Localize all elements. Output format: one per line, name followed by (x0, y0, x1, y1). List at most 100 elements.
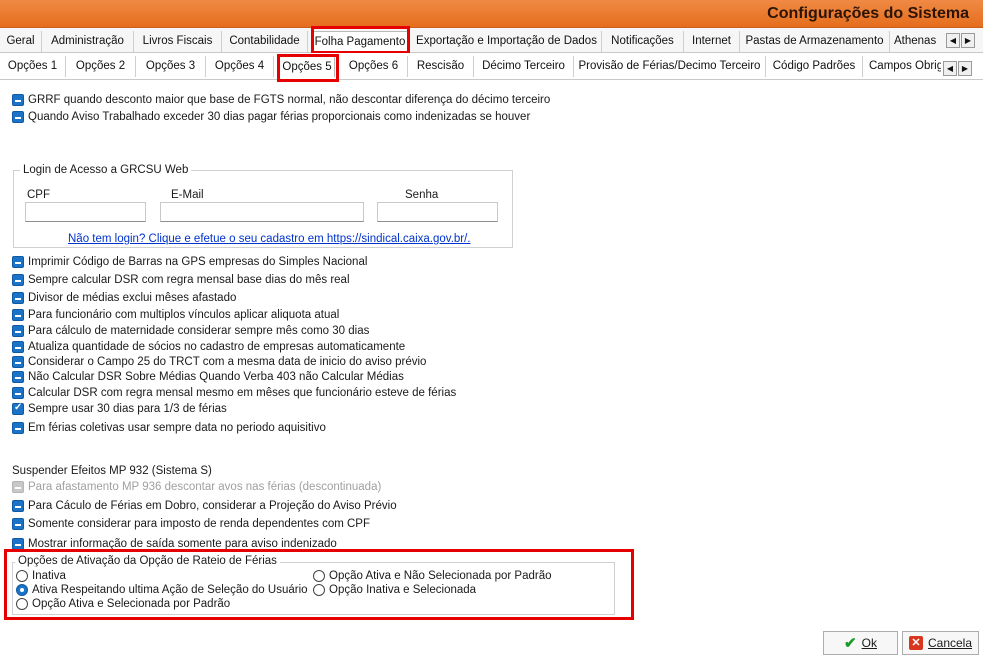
radio-ativa-nao-selecionada[interactable]: Opção Ativa e Não Selecionada por Padrão (313, 569, 551, 583)
tab-opcoes-6[interactable]: Opções 6 (340, 56, 408, 77)
subtab-scroll-left-icon[interactable]: ◀ (943, 61, 957, 76)
tab-athenas[interactable]: Athenas (894, 31, 944, 52)
cancel-button[interactable]: ✕ Cancela (902, 631, 979, 655)
tab-contabilidade[interactable]: Contabilidade (222, 31, 308, 52)
tab-scroll-right-icon[interactable]: ▶ (961, 33, 975, 48)
tab-opcoes-1[interactable]: Opções 1 (0, 56, 66, 77)
ok-button[interactable]: ✔ Ok (823, 631, 898, 655)
checkbox-indeterminate-icon[interactable] (12, 341, 24, 353)
option-label: Calcular DSR com regra mensal mesmo em m… (28, 387, 457, 399)
option-grrf-desconto[interactable]: GRRF quando desconto maior que base de F… (12, 93, 550, 107)
email-label: E-Mail (171, 189, 204, 201)
option-label: Divisor de médias exclui mêses afastado (28, 292, 237, 304)
cancel-button-label: Cancela (927, 636, 973, 650)
checkbox-indeterminate-icon[interactable] (12, 422, 24, 434)
ok-button-label: Ok (861, 636, 877, 650)
title-bar: Configurações do Sistema (0, 0, 983, 28)
tab-codigo-padroes[interactable]: Código Padrões (766, 56, 863, 77)
option-ferias-dobro[interactable]: Para Cáculo de Férias em Dobro, consider… (12, 499, 397, 513)
checkbox-disabled-icon (12, 481, 24, 493)
option-label: Para cálculo de maternidade considerar s… (28, 325, 370, 337)
checkbox-indeterminate-icon[interactable] (12, 500, 24, 512)
tab-geral[interactable]: Geral (0, 31, 42, 52)
tab-rescisao[interactable]: Rescisão (408, 56, 474, 77)
option-label: Não Calcular DSR Sobre Médias Quando Ver… (28, 371, 404, 383)
tab-exportacao-importacao[interactable]: Exportação e Importação de Dados (412, 31, 602, 52)
option-dsr-meses-ferias[interactable]: Calcular DSR com regra mensal mesmo em m… (12, 386, 456, 400)
option-atualiza-socios[interactable]: Atualiza quantidade de sócios no cadastr… (12, 340, 405, 354)
option-aviso-trabalhado[interactable]: Quando Aviso Trabalhado exceder 30 dias … (12, 110, 530, 124)
tab-livros-fiscais[interactable]: Livros Fiscais (134, 31, 222, 52)
tab-opcoes-4[interactable]: Opções 4 (206, 56, 274, 77)
option-label: Sempre calcular DSR com regra mensal bas… (28, 274, 350, 286)
option-campo-25-trct[interactable]: Considerar o Campo 25 do TRCT com a mesm… (12, 355, 426, 369)
radio-unselected-icon[interactable] (16, 570, 28, 582)
option-label: Para funcionário com multiplos vínculos … (28, 309, 340, 321)
option-mp936-disabled: Para afastamento MP 936 descontar avos n… (12, 480, 381, 494)
option-30-dias-terco-ferias[interactable]: Sempre usar 30 dias para 1/3 de férias (12, 402, 227, 416)
checkbox-indeterminate-icon[interactable] (12, 371, 24, 383)
option-saida-aviso-indenizado[interactable]: Mostrar informação de saída somente para… (12, 537, 337, 551)
password-input[interactable] (377, 202, 498, 222)
checkbox-indeterminate-icon[interactable] (12, 256, 24, 268)
radio-unselected-icon[interactable] (313, 584, 325, 596)
radio-ativa-ultima-acao[interactable]: Ativa Respeitando ultima Ação de Seleção… (16, 583, 308, 597)
mp932-heading: Suspender Efeitos MP 932 (Sistema S) (12, 465, 212, 477)
option-label: Somente considerar para imposto de renda… (28, 518, 371, 530)
option-label: Atualiza quantidade de sócios no cadastr… (28, 341, 406, 353)
radio-ativa-selecionada[interactable]: Opção Ativa e Selecionada por Padrão (16, 597, 230, 611)
option-ir-dependentes-cpf[interactable]: Somente considerar para imposto de renda… (12, 517, 370, 531)
tab-opcoes-3[interactable]: Opções 3 (136, 56, 206, 77)
checkbox-checked-icon[interactable] (12, 402, 24, 415)
option-label: GRRF quando desconto maior que base de F… (28, 94, 551, 106)
option-maternidade-30-dias[interactable]: Para cálculo de maternidade considerar s… (12, 324, 369, 338)
option-label: Sempre usar 30 dias para 1/3 de férias (28, 403, 227, 415)
radio-inativa-selecionada[interactable]: Opção Inativa e Selecionada (313, 583, 476, 597)
checkbox-indeterminate-icon[interactable] (12, 292, 24, 304)
register-link[interactable]: Não tem login? Clique e efetue o seu cad… (68, 233, 471, 245)
sub-tab-bar: Opções 1 Opções 2 Opções 3 Opções 4 Opçõ… (0, 53, 983, 80)
cpf-input[interactable] (25, 202, 146, 222)
window-title: Configurações do Sistema (767, 5, 969, 22)
checkbox-indeterminate-icon[interactable] (12, 356, 24, 368)
password-label: Senha (405, 189, 439, 201)
option-label: Imprimir Código de Barras na GPS empresa… (28, 256, 368, 268)
option-nao-calcular-dsr-medias[interactable]: Não Calcular DSR Sobre Médias Quando Ver… (12, 370, 404, 384)
option-label: Mostrar informação de saída somente para… (28, 538, 337, 550)
checkbox-indeterminate-icon[interactable] (12, 325, 24, 337)
tab-internet[interactable]: Internet (684, 31, 740, 52)
option-label: Quando Aviso Trabalhado exceder 30 dias … (28, 111, 531, 123)
checkbox-indeterminate-icon[interactable] (12, 94, 24, 106)
tab-administracao[interactable]: Administração (42, 31, 134, 52)
tab-notificacoes[interactable]: Notificações (602, 31, 684, 52)
radio-label: Opção Ativa e Selecionada por Padrão (32, 598, 231, 610)
radio-inativa[interactable]: Inativa (16, 569, 66, 583)
checkbox-indeterminate-icon[interactable] (12, 111, 24, 123)
option-dsr-regra-mensal[interactable]: Sempre calcular DSR com regra mensal bas… (12, 273, 350, 287)
check-icon: ✔ (844, 635, 857, 652)
option-gps-codigo-barras[interactable]: Imprimir Código de Barras na GPS empresa… (12, 255, 367, 269)
radio-unselected-icon[interactable] (16, 598, 28, 610)
email-input[interactable] (160, 202, 364, 222)
tab-provisao-ferias[interactable]: Provisão de Férias/Decimo Terceiro (574, 56, 766, 77)
checkbox-indeterminate-icon[interactable] (12, 518, 24, 530)
checkbox-indeterminate-icon[interactable] (12, 309, 24, 321)
radio-label: Ativa Respeitando ultima Ação de Seleção… (32, 584, 308, 596)
tab-decimo-terceiro[interactable]: Décimo Terceiro (474, 56, 574, 77)
tab-scroll-left-icon[interactable]: ◀ (946, 33, 960, 48)
radio-label: Opção Ativa e Não Selecionada por Padrão (329, 570, 552, 582)
checkbox-indeterminate-icon[interactable] (12, 274, 24, 286)
checkbox-indeterminate-icon[interactable] (12, 387, 24, 399)
option-multiplos-vinculos[interactable]: Para funcionário com multiplos vínculos … (12, 308, 339, 322)
checkbox-indeterminate-icon[interactable] (12, 538, 24, 550)
tab-opcoes-5[interactable]: Opções 5 (279, 56, 335, 77)
tab-folha-pagamento[interactable]: Folha Pagamento (311, 31, 409, 52)
tab-campos-obrigatorios[interactable]: Campos Obrig (869, 56, 941, 77)
radio-selected-icon[interactable] (16, 584, 28, 596)
radio-unselected-icon[interactable] (313, 570, 325, 582)
subtab-scroll-right-icon[interactable]: ▶ (958, 61, 972, 76)
option-divisor-medias[interactable]: Divisor de médias exclui mêses afastado (12, 291, 236, 305)
tab-opcoes-2[interactable]: Opções 2 (66, 56, 136, 77)
tab-pastas-armazenamento[interactable]: Pastas de Armazenamento (740, 31, 890, 52)
option-ferias-coletivas[interactable]: Em férias coletivas usar sempre data no … (12, 421, 326, 435)
